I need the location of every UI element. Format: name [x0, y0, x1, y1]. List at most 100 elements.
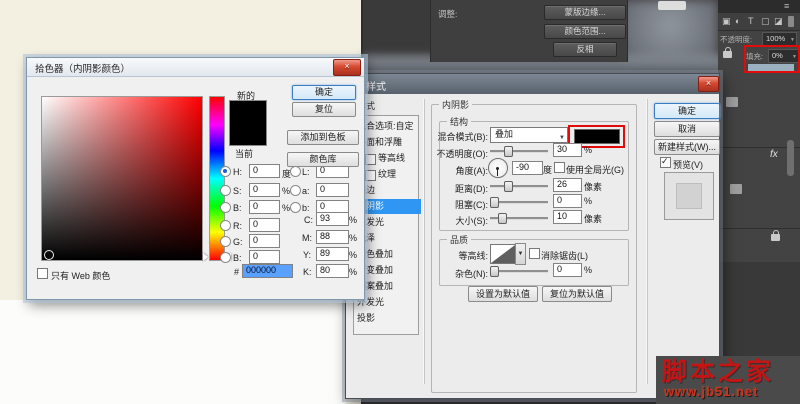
- s-value[interactable]: 0: [249, 183, 280, 197]
- antialias-checkbox[interactable]: [529, 248, 540, 259]
- red-radio[interactable]: [220, 220, 231, 231]
- g-value[interactable]: 0: [249, 234, 280, 248]
- dialog-title: 拾色器（内阴影颜色）: [35, 61, 130, 75]
- y-unit: %: [349, 250, 357, 260]
- distance-value[interactable]: 26: [553, 178, 582, 192]
- layer-style-titlebar[interactable]: 样式: [346, 74, 719, 94]
- brightness-radio[interactable]: [220, 202, 231, 213]
- b2-label: B:: [233, 253, 242, 263]
- y-label: Y:: [303, 250, 311, 260]
- color-picker-titlebar[interactable]: 拾色器（内阴影颜色）: [27, 58, 364, 77]
- mask-edge-button[interactable]: 蒙版边缘...: [544, 5, 626, 20]
- texture-checkbox[interactable]: [365, 170, 376, 181]
- opacity-value[interactable]: 100%▼: [762, 32, 797, 46]
- fill-highlight-red-box: [744, 45, 800, 73]
- layer-name-fragment: [730, 184, 742, 194]
- style-preview-thumbnail: [664, 172, 714, 220]
- web-colors-only-checkbox[interactable]: [37, 268, 48, 279]
- current-color-label: 当前: [235, 147, 253, 160]
- global-light-label: 使用全局光(G): [566, 163, 624, 176]
- choke-unit: %: [584, 196, 592, 206]
- opacity-label: 不透明度:: [720, 34, 752, 45]
- angle-dial[interactable]: [488, 158, 508, 178]
- panel-menu-icon[interactable]: ≡: [784, 1, 789, 11]
- new-style-button[interactable]: 新建样式(W)...: [654, 139, 720, 155]
- size-slider[interactable]: [490, 212, 548, 224]
- new-current-color-swatch: [229, 100, 267, 146]
- choke-value[interactable]: 0: [553, 194, 582, 208]
- ok-button[interactable]: 确定: [654, 103, 720, 119]
- distance-label: 距离(D):: [428, 182, 488, 195]
- panel-scrollbar[interactable]: [787, 140, 794, 176]
- shape-filter-icon[interactable]: ▢: [761, 16, 770, 27]
- filter-toggle-icon[interactable]: [788, 16, 794, 27]
- b2-value[interactable]: 0: [249, 250, 280, 264]
- contour-thumbnail[interactable]: [490, 244, 516, 264]
- b-value[interactable]: 0: [249, 200, 280, 214]
- web-colors-only-label: 只有 Web 颜色: [51, 269, 110, 282]
- layer-fx-badge[interactable]: fx: [770, 149, 778, 160]
- adjust-label: 调整:: [438, 8, 457, 20]
- c-value[interactable]: 93: [316, 212, 349, 226]
- panel-divider: [646, 99, 648, 384]
- hue-radio[interactable]: [220, 166, 231, 177]
- saturation-radio[interactable]: [220, 185, 231, 196]
- pixel-filter-icon[interactable]: ▣: [722, 16, 731, 27]
- y-value[interactable]: 89: [316, 247, 349, 261]
- blend-mode-dropdown[interactable]: 叠加 ▼: [490, 127, 568, 143]
- cancel-button[interactable]: 取消: [654, 121, 720, 137]
- s-unit: %: [282, 186, 290, 196]
- reset-button[interactable]: 复位: [292, 102, 356, 117]
- set-default-button[interactable]: 设置为默认值: [468, 286, 538, 302]
- lock-icon[interactable]: [723, 51, 732, 58]
- choke-slider[interactable]: [490, 196, 548, 208]
- quality-label: 品质: [447, 233, 471, 246]
- k-value[interactable]: 80: [316, 264, 349, 278]
- layer-row-divider: [718, 228, 800, 229]
- hex-input[interactable]: 000000: [242, 264, 293, 278]
- contour-checkbox[interactable]: [365, 154, 376, 165]
- watermark: 脚本之家 www.jb51.net: [656, 356, 800, 404]
- color-libraries-button[interactable]: 颜色库: [287, 152, 359, 167]
- list-item-drop-shadow[interactable]: 投影: [354, 311, 421, 326]
- panel-header-bar: ≡: [718, 0, 800, 13]
- color-range-button[interactable]: 颜色范围...: [544, 24, 626, 39]
- invert-button[interactable]: 反相: [553, 42, 617, 57]
- shadow-opacity-value[interactable]: 30: [553, 143, 582, 157]
- green-radio[interactable]: [220, 236, 231, 247]
- a-value[interactable]: 0: [316, 183, 349, 197]
- r-value[interactable]: 0: [249, 218, 280, 232]
- noise-slider[interactable]: [490, 265, 548, 277]
- close-icon[interactable]: ×: [333, 59, 361, 76]
- preview-checkbox[interactable]: [660, 157, 671, 168]
- dialog-title: 样式: [366, 78, 386, 93]
- shadow-opacity-slider[interactable]: [490, 145, 548, 157]
- size-label: 大小(S):: [428, 214, 488, 227]
- lab-a-radio[interactable]: [290, 185, 301, 196]
- ok-button[interactable]: 确定: [292, 85, 356, 100]
- noise-value[interactable]: 0: [553, 263, 582, 277]
- angle-value[interactable]: -90: [512, 161, 543, 175]
- adjustment-filter-icon[interactable]: ◐: [735, 16, 740, 26]
- smart-object-filter-icon[interactable]: ◪: [774, 16, 783, 27]
- m-value[interactable]: 88: [316, 230, 349, 244]
- size-value[interactable]: 10: [553, 210, 582, 224]
- color-field-marker[interactable]: [44, 250, 54, 260]
- hue-marker-left[interactable]: [203, 253, 208, 261]
- type-filter-icon[interactable]: T: [748, 16, 754, 26]
- preview-label: 预览(V): [673, 158, 703, 171]
- distance-slider[interactable]: [490, 180, 548, 192]
- reset-default-button[interactable]: 复位为默认值: [542, 286, 612, 302]
- close-icon[interactable]: ×: [698, 76, 719, 92]
- global-light-checkbox[interactable]: [554, 162, 565, 173]
- m-unit: %: [349, 233, 357, 243]
- lab-l-radio[interactable]: [290, 166, 301, 177]
- section-title: 内阴影: [439, 98, 472, 111]
- add-to-swatches-button[interactable]: 添加到色板: [287, 130, 359, 145]
- contour-dropdown-icon[interactable]: ▼: [515, 243, 526, 265]
- properties-panel: 调整: 蒙版边缘... 颜色范围... 反相: [430, 0, 628, 62]
- lab-b-radio[interactable]: [290, 202, 301, 213]
- blue-radio[interactable]: [220, 252, 231, 263]
- saturation-brightness-field[interactable]: [41, 96, 203, 261]
- h-value[interactable]: 0: [249, 164, 280, 178]
